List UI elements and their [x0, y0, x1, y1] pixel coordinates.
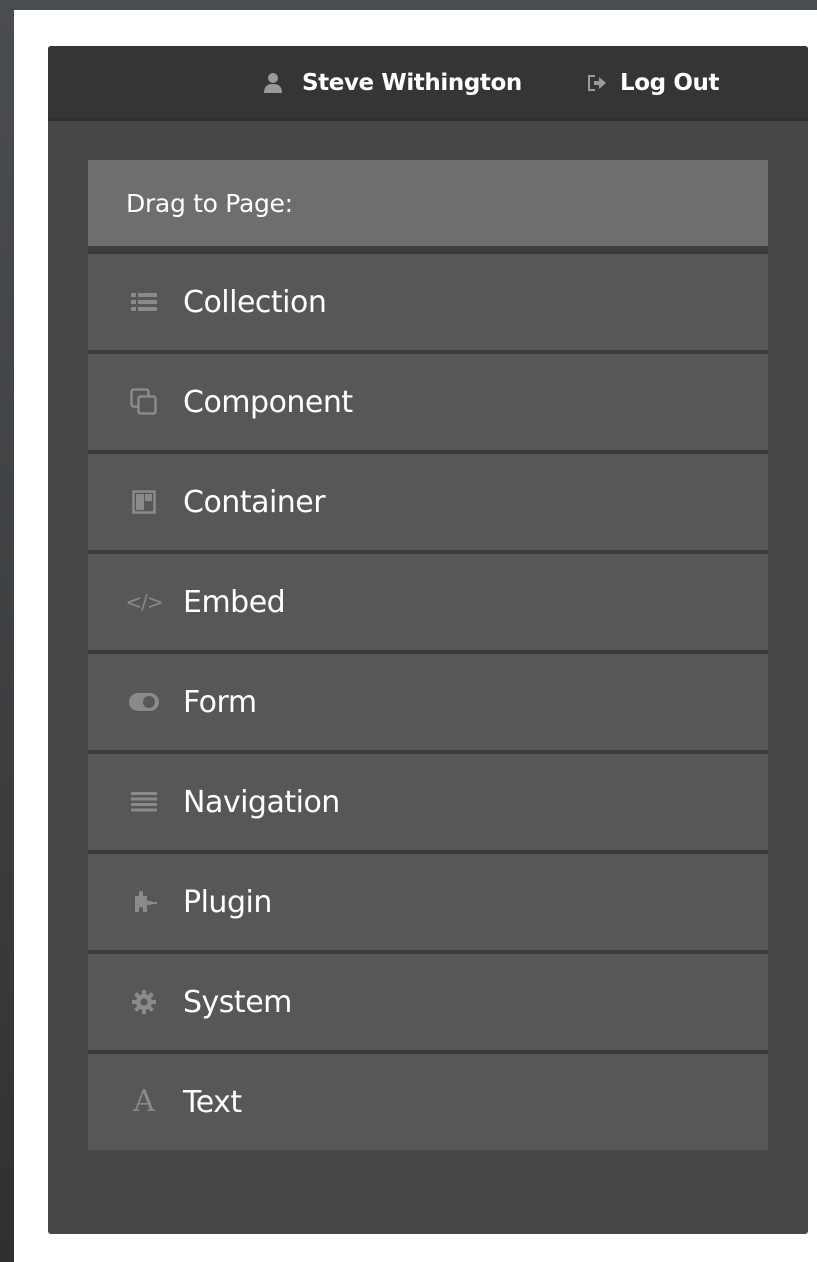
palette-item-text[interactable]: A Text	[88, 1050, 768, 1150]
sign-out-icon	[586, 72, 608, 94]
palette-item-plugin[interactable]: Plugin	[88, 850, 768, 950]
palette-item-collection[interactable]: Collection	[88, 250, 768, 350]
palette-item-form[interactable]: Form	[88, 650, 768, 750]
puzzle-icon	[128, 886, 160, 918]
list-icon	[128, 286, 160, 318]
gear-icon	[128, 986, 160, 1018]
palette-item-label: Container	[183, 484, 326, 520]
palette-item-container[interactable]: Container	[88, 450, 768, 550]
palette-item-label: Component	[183, 384, 353, 420]
builder-panel: Steve Withington Log Out Drag to Page: C…	[48, 46, 808, 1234]
palette-item-navigation[interactable]: Navigation	[88, 750, 768, 850]
palette-item-embed[interactable]: </> Embed	[88, 550, 768, 650]
palette-item-label: Navigation	[183, 784, 340, 820]
container-icon	[128, 486, 160, 518]
palette-item-label: Embed	[183, 584, 286, 620]
palette-item-label: Text	[183, 1084, 242, 1120]
text-icon: A	[133, 1084, 155, 1119]
palette-item-label: System	[183, 984, 292, 1020]
component-palette: Drag to Page: Collection Component Conta…	[88, 160, 768, 1150]
toggle-icon	[128, 686, 160, 718]
palette-item-label: Plugin	[183, 884, 272, 920]
top-bar: Steve Withington Log Out	[48, 46, 808, 121]
logout-label: Log Out	[620, 69, 720, 96]
clone-icon	[128, 386, 160, 418]
code-icon: </>	[125, 590, 163, 614]
palette-header: Drag to Page:	[88, 160, 768, 250]
logout-link[interactable]: Log Out	[586, 46, 719, 119]
palette-item-label: Collection	[183, 284, 327, 320]
user-menu[interactable]: Steve Withington	[262, 46, 522, 119]
user-name: Steve Withington	[302, 69, 522, 96]
bars-icon	[128, 786, 160, 818]
palette-item-component[interactable]: Component	[88, 350, 768, 450]
user-icon	[262, 72, 284, 94]
palette-item-system[interactable]: System	[88, 950, 768, 1050]
palette-item-label: Form	[183, 684, 257, 720]
palette-header-label: Drag to Page:	[126, 188, 293, 218]
